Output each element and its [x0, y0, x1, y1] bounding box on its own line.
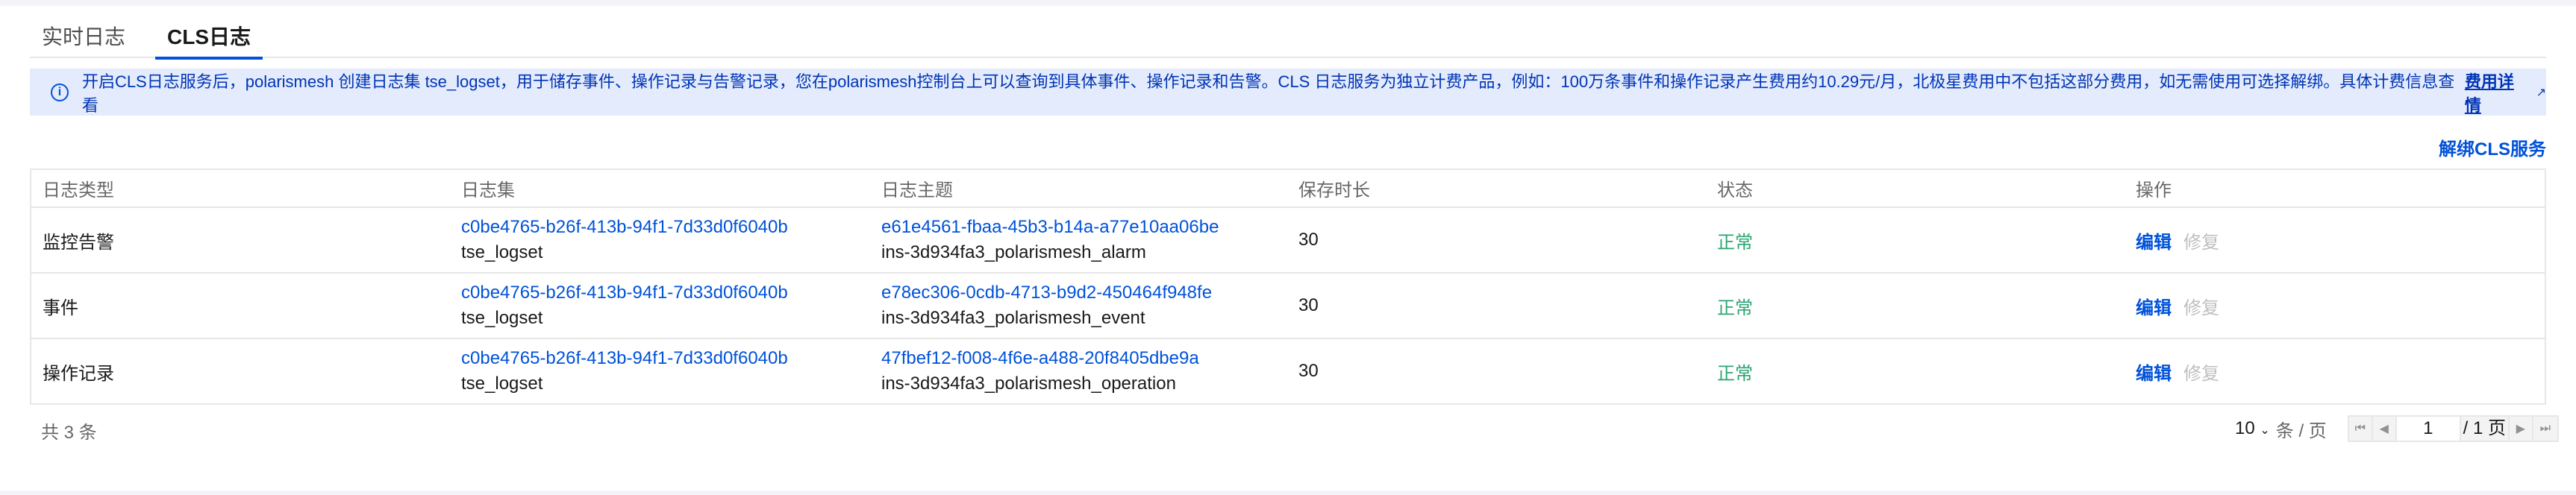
- logset-name: tse_logset: [461, 373, 543, 394]
- status-badge: 正常: [1717, 297, 1753, 318]
- header-status: 状态: [1717, 180, 1753, 201]
- pricing-details-link[interactable]: 费用详情: [2465, 69, 2530, 116]
- last-page-icon[interactable]: ⏭: [2533, 417, 2557, 441]
- topic-cell: e78ec306-0cdb-4713-b9d2-450464f948fe ins-…: [870, 280, 1287, 331]
- status-badge: 正常: [1717, 232, 1753, 253]
- logset-cell: c0be4765-b26f-413b-94f1-7d33d0f6040b tse_…: [450, 215, 870, 265]
- tab-realtime-log[interactable]: 实时日志: [30, 22, 149, 58]
- top-bar: [0, 0, 2576, 6]
- unbind-cls-button[interactable]: 解绑CLS服务: [2439, 134, 2546, 160]
- repair-button[interactable]: 修复: [2183, 298, 2219, 318]
- topic-id-link[interactable]: e78ec306-0cdb-4713-b9d2-450464f948fe: [881, 280, 1287, 306]
- tab-cls-log[interactable]: CLS日志: [155, 22, 263, 60]
- logset-id-link[interactable]: c0be4765-b26f-413b-94f1-7d33d0f6040b: [461, 346, 870, 371]
- table-row: 事件 c0be4765-b26f-413b-94f1-7d33d0f6040b t…: [31, 274, 2545, 339]
- table-row: 监控告警 c0be4765-b26f-413b-94f1-7d33d0f6040…: [31, 208, 2545, 274]
- log-type: 事件: [43, 297, 78, 318]
- repair-button[interactable]: 修复: [2183, 364, 2219, 384]
- header-retention: 保存时长: [1298, 180, 1370, 201]
- logset-name: tse_logset: [461, 242, 543, 262]
- info-icon: i: [51, 83, 69, 101]
- topic-id-link[interactable]: e61e4561-fbaa-45b3-b14a-a77e10aa06be: [881, 215, 1287, 240]
- page-size-value: 10: [2235, 418, 2255, 438]
- actions-cell: 编辑 修复: [2125, 359, 2535, 385]
- next-page-icon[interactable]: ▶: [2510, 417, 2533, 441]
- chevron-down-icon: ⌄: [2260, 424, 2270, 437]
- actions-cell: 编辑 修复: [2125, 227, 2535, 253]
- header-topic: 日志主题: [881, 180, 953, 201]
- alert-text: 开启CLS日志服务后，polarismesh 创建日志集 tse_logset，…: [81, 72, 2455, 115]
- total-pages: / 1 页: [2461, 417, 2510, 441]
- status-badge: 正常: [1717, 363, 1753, 384]
- retention: 30: [1298, 230, 1319, 250]
- logset-cell: c0be4765-b26f-413b-94f1-7d33d0f6040b tse_…: [450, 280, 870, 331]
- bottom-bar: [0, 491, 2576, 495]
- page-size-unit: 条 / 页: [2275, 420, 2327, 441]
- cls-log-table: 日志类型 日志集 日志主题 保存时长 状态 操作 监控告警 c0be4765-b…: [30, 168, 2546, 405]
- retention: 30: [1298, 295, 1319, 315]
- pagination: 10 ⌄ 条 / 页 ⏮ ◀ 1 / 1 页 ▶ ⏭: [2235, 415, 2559, 442]
- actions-cell: 编辑 修复: [2125, 293, 2535, 319]
- topic-cell: 47fbef12-f008-4f6e-a488-20f8405dbe9a ins-…: [870, 346, 1287, 397]
- repair-button[interactable]: 修复: [2183, 233, 2219, 253]
- total-count: 共 3 条: [41, 423, 97, 443]
- logset-name: tse_logset: [461, 308, 543, 328]
- table-row: 操作记录 c0be4765-b26f-413b-94f1-7d33d0f6040…: [31, 339, 2545, 405]
- page-input[interactable]: 1: [2396, 417, 2461, 441]
- page-size-select[interactable]: 10 ⌄: [2235, 418, 2270, 439]
- topic-name: ins-3d934fa3_polarismesh_operation: [881, 373, 1176, 394]
- header-actions: 操作: [2136, 180, 2172, 201]
- external-link-icon[interactable]: ↗: [2536, 85, 2546, 100]
- prev-page-icon[interactable]: ◀: [2373, 417, 2397, 441]
- topic-id-link[interactable]: 47fbef12-f008-4f6e-a488-20f8405dbe9a: [881, 346, 1287, 371]
- tab-bar: 实时日志 CLS日志: [30, 22, 2546, 60]
- logset-id-link[interactable]: c0be4765-b26f-413b-94f1-7d33d0f6040b: [461, 215, 870, 240]
- topic-name: ins-3d934fa3_polarismesh_alarm: [881, 242, 1146, 262]
- log-type: 监控告警: [43, 232, 114, 253]
- info-alert: i 开启CLS日志服务后，polarismesh 创建日志集 tse_logse…: [30, 69, 2546, 116]
- log-type: 操作记录: [43, 363, 114, 384]
- retention: 30: [1298, 361, 1319, 381]
- table-header: 日志类型 日志集 日志主题 保存时长 状态 操作: [31, 170, 2545, 208]
- edit-button[interactable]: 编辑: [2136, 233, 2172, 253]
- header-log-type: 日志类型: [43, 180, 114, 201]
- logset-id-link[interactable]: c0be4765-b26f-413b-94f1-7d33d0f6040b: [461, 280, 870, 306]
- logset-cell: c0be4765-b26f-413b-94f1-7d33d0f6040b tse_…: [450, 346, 870, 397]
- topic-name: ins-3d934fa3_polarismesh_event: [881, 308, 1145, 328]
- edit-button[interactable]: 编辑: [2136, 364, 2172, 384]
- header-logset: 日志集: [461, 180, 515, 201]
- first-page-icon[interactable]: ⏮: [2349, 417, 2373, 441]
- edit-button[interactable]: 编辑: [2136, 298, 2172, 318]
- topic-cell: e61e4561-fbaa-45b3-b14a-a77e10aa06be ins-…: [870, 215, 1287, 265]
